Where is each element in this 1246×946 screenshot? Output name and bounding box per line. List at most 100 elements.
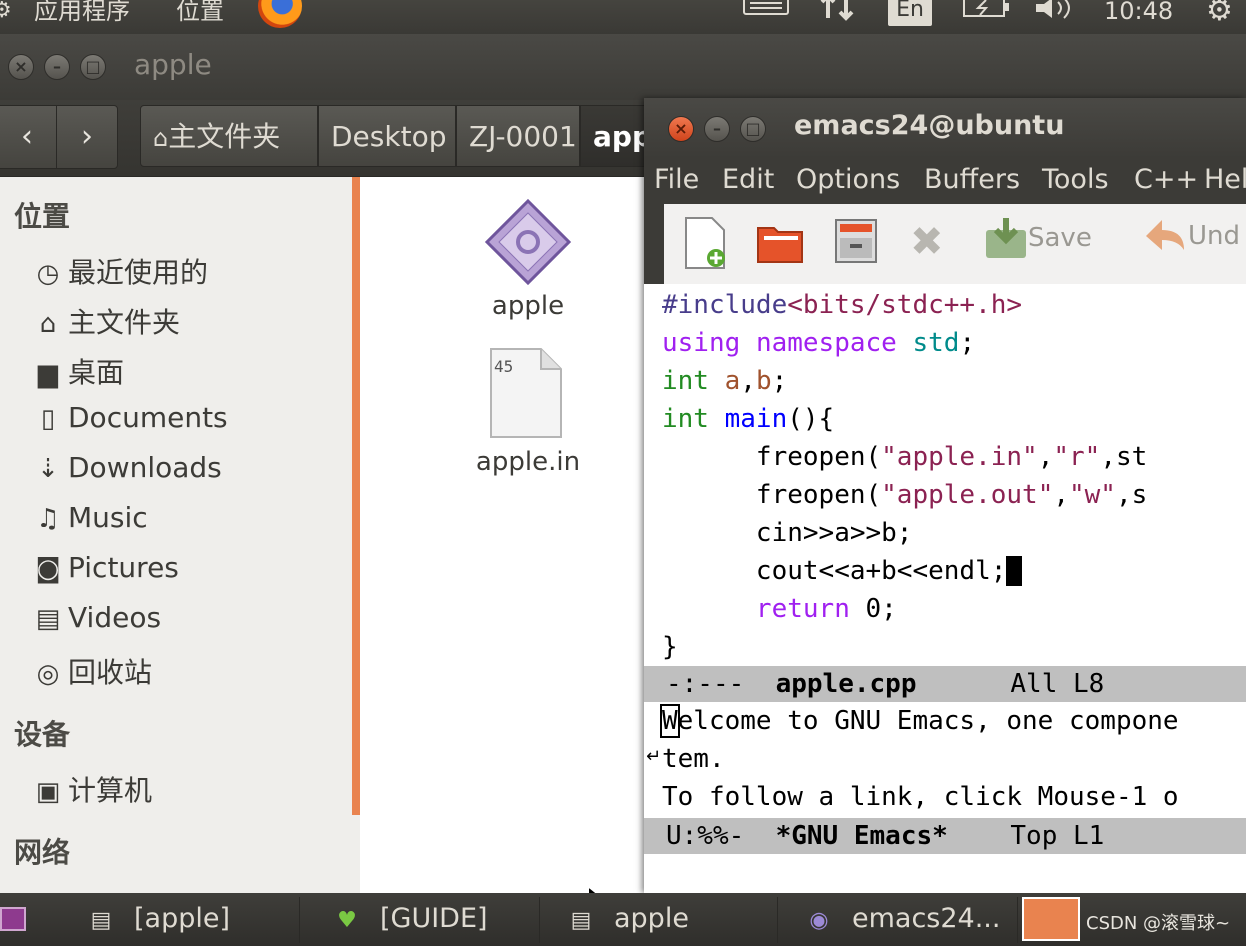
file-manager-titlebar: × – □ apple [0, 34, 1246, 100]
trash-icon: ◎ [36, 659, 60, 689]
music-icon: ♫ [36, 504, 60, 534]
menu-file[interactable]: File [654, 164, 699, 195]
file-thumbnail-text: 45 [494, 357, 514, 376]
clock-icon: ◷ [36, 259, 60, 289]
emacs-toolbar: ✖ Save Und [644, 204, 1246, 284]
executable-icon [484, 198, 572, 286]
breadcrumb-home[interactable]: ⌂主文件夹 [140, 105, 318, 167]
file-item-apple[interactable]: apple [428, 197, 628, 327]
taskbar: ▤ [apple] ♥ [GUIDE] ▤ apple ◉ emacs24... CSD… [0, 893, 1246, 946]
sidebar-item-music[interactable]: ♫ Music [30, 501, 147, 541]
breadcrumb-desktop[interactable]: Desktop [318, 105, 456, 167]
file-manager-icon: ▤ [570, 908, 592, 933]
emacs-window-title: emacs24@ubuntu [794, 110, 1065, 141]
code-line: int a,b; [662, 366, 788, 396]
task-emacs[interactable]: ◉ emacs24... [778, 897, 1018, 943]
new-file-icon[interactable] [684, 216, 728, 272]
buffer-line: Welcome to GNU Emacs, one compone [660, 704, 1179, 738]
maximize-button[interactable]: □ [80, 54, 106, 80]
battery-icon[interactable] [962, 0, 1012, 26]
keyboard-icon[interactable] [742, 0, 790, 26]
menu-cpp[interactable]: C++ [1134, 164, 1198, 195]
show-desktop-icon[interactable] [0, 907, 26, 931]
sidebar-filler [352, 815, 360, 893]
back-button[interactable]: ‹ [0, 105, 58, 169]
menu-tools[interactable]: Tools [1042, 164, 1109, 195]
emacs-minimize-button[interactable]: – [704, 116, 730, 142]
sidebar-item-recent[interactable]: ◷ 最近使用的 [30, 251, 208, 291]
document-icon: ▯ [40, 404, 56, 434]
menu-edit[interactable]: Edit [722, 164, 774, 195]
code-line: freopen("apple.out","w",s [755, 480, 1148, 510]
sidebar-item-videos[interactable]: ▤ Videos [30, 601, 161, 641]
emacs-maximize-button[interactable]: □ [740, 116, 766, 142]
sidebar-item-trash[interactable]: ◎ 回收站 [30, 651, 152, 691]
heart-icon: ♥ [337, 908, 357, 933]
menu-help[interactable]: Hel [1204, 164, 1246, 195]
breadcrumb-zj0001[interactable]: ZJ-0001 [456, 105, 580, 167]
sidebar-item-downloads[interactable]: ⇣ Downloads [30, 451, 222, 491]
applications-menu[interactable]: 应用程序 [34, 0, 130, 28]
sidebar-heading-network: 网络 [14, 836, 71, 869]
forward-button[interactable]: › [56, 105, 118, 169]
sidebar-heading-places: 位置 [14, 200, 71, 233]
buffer-line: To follow a link, click Mouse-1 o [662, 782, 1179, 812]
minimize-button[interactable]: – [44, 54, 70, 80]
open-folder-icon[interactable] [756, 216, 806, 272]
menu-buffers[interactable]: Buffers [924, 164, 1020, 195]
film-icon: ▤ [35, 604, 61, 634]
code-line: cout<<a+b<<endl; [662, 552, 1246, 590]
camera-icon: ◙ [35, 554, 61, 584]
code-line: #include<bits/stdc++.h> [662, 290, 1023, 320]
code-editor[interactable]: #include<bits/stdc++.h> using namespace s… [662, 286, 1246, 666]
emacs-icon: ◉ [809, 908, 829, 933]
close-button[interactable]: × [8, 54, 34, 80]
file-name: apple [491, 291, 565, 321]
home-icon: ⌂ [153, 124, 169, 152]
top-panel: ⚙ 应用程序 位置 En 10:48 ⚙ [0, 0, 1246, 34]
task-apple[interactable]: ▤ apple [540, 897, 778, 943]
sidebar-item-documents[interactable]: ▯ Documents [30, 401, 228, 441]
places-menu[interactable]: 位置 [176, 0, 224, 28]
sidebar-resize-handle[interactable] [352, 177, 360, 815]
gear-icon[interactable]: ⚙ [1206, 0, 1233, 28]
emacs-window: × – □ emacs24@ubuntu File Edit Options B… [644, 98, 1246, 893]
places-sidebar: 位置 ◷ 最近使用的 ⌂ 主文件夹 ▆ 桌面 ▯ Documents ⇣ Download… [0, 177, 352, 893]
clock[interactable]: 10:48 [1104, 0, 1173, 28]
network-icon[interactable] [820, 0, 860, 26]
download-icon: ⇣ [37, 454, 59, 484]
mode-line-gnu-emacs[interactable]: U:%%- *GNU Emacs* Top L1 [644, 818, 1246, 854]
code-line: int main(){ [662, 404, 835, 434]
menu-options[interactable]: Options [796, 164, 900, 195]
sidebar-item-computer[interactable]: ▣ 计算机 [30, 769, 152, 809]
file-item-apple-in[interactable]: 45 apple.in [428, 347, 628, 477]
home-icon: ⌂ [39, 309, 57, 339]
sidebar-item-desktop[interactable]: ▆ 桌面 [30, 351, 124, 391]
firefox-icon[interactable] [258, 0, 302, 28]
volume-icon[interactable] [1034, 0, 1078, 26]
emacs-close-button[interactable]: × [668, 116, 694, 142]
save-button[interactable]: Save [984, 216, 1092, 272]
gnu-emacs-buffer[interactable]: Welcome to GNU Emacs, one compone tem. To … [660, 702, 1246, 816]
file-manager-icon: ▤ [90, 908, 112, 933]
code-line: freopen("apple.in","r",st [755, 442, 1148, 472]
text-cursor [1006, 556, 1023, 586]
task-guide[interactable]: ♥ [GUIDE] [300, 897, 540, 943]
task-apple-folder[interactable]: ▤ [apple] [54, 897, 300, 943]
code-line: } [662, 632, 678, 662]
workspace-switcher[interactable] [1022, 897, 1080, 941]
sidebar-item-pictures[interactable]: ◙ Pictures [30, 551, 179, 591]
emacs-fringe [644, 284, 664, 893]
dired-cabinet-icon[interactable] [834, 216, 878, 272]
undo-icon [1146, 220, 1184, 250]
sidebar-item-home[interactable]: ⌂ 主文件夹 [30, 301, 180, 341]
folder-icon: ▆ [38, 359, 58, 389]
emacs-menubar: File Edit Options Buffers Tools C++ Hel [644, 158, 1246, 204]
input-method-indicator[interactable]: En [888, 0, 932, 26]
undo-button[interactable]: Und [1144, 216, 1240, 272]
code-line: cin>>a>>b; [755, 518, 913, 548]
ubuntu-logo-icon[interactable]: ⚙ [0, 0, 12, 28]
continuation-arrow-icon: ↵ [646, 746, 662, 767]
close-buffer-icon[interactable]: ✖ [910, 216, 944, 272]
mode-line-code[interactable]: -:--- apple.cpp All L8 [644, 666, 1246, 702]
